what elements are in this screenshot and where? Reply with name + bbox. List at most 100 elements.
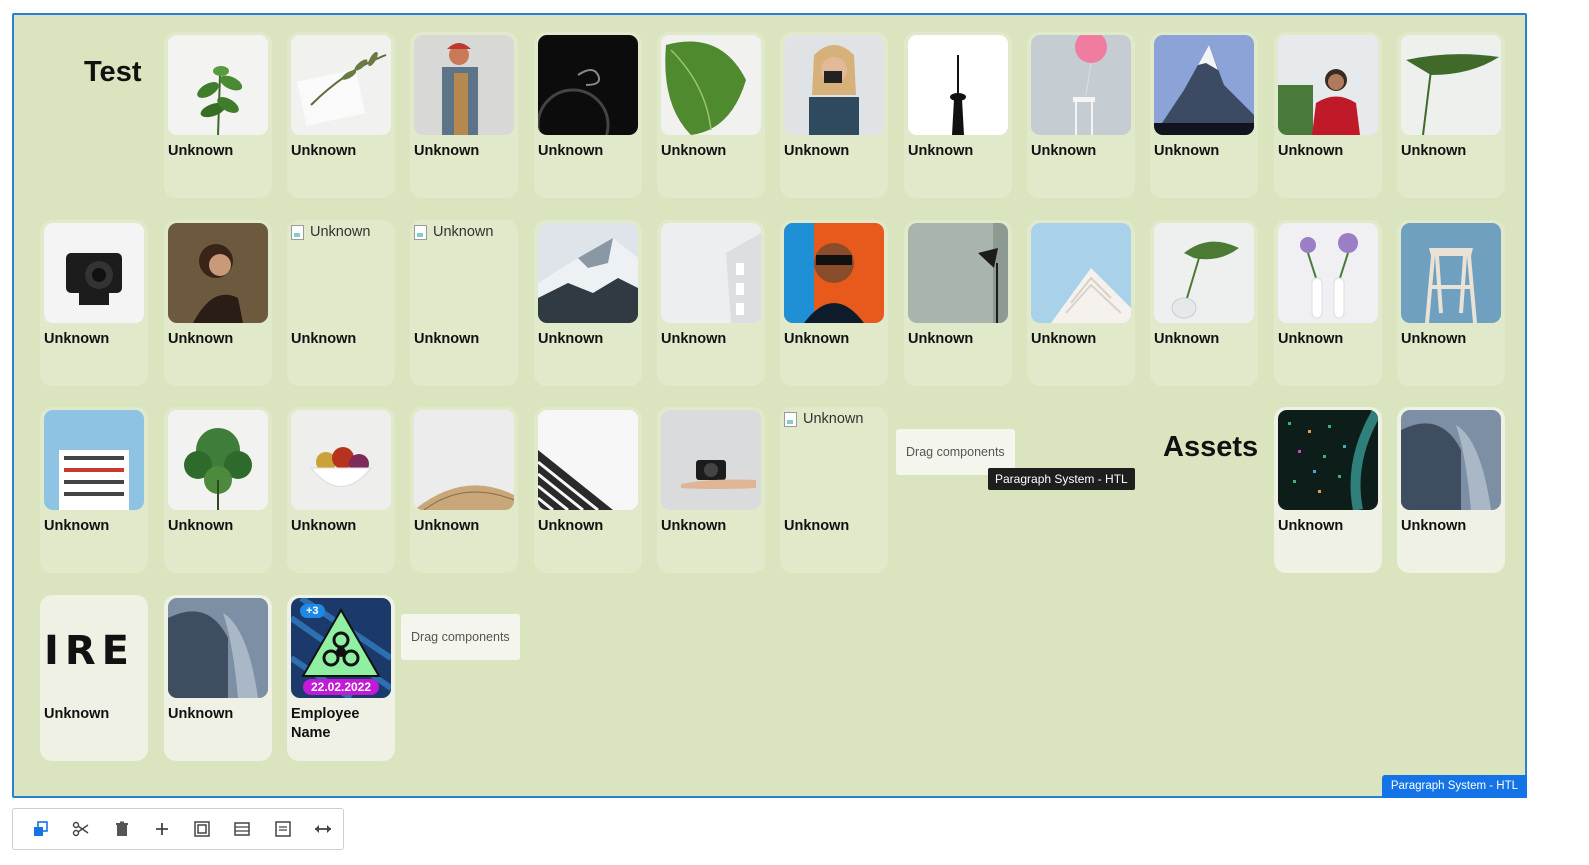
broken-image-icon: Unknown [414,224,493,240]
asset-title: Unknown [168,331,234,347]
bicycle-image [538,35,638,135]
asset-title: Unknown [168,518,234,534]
stool-image [1401,223,1501,323]
resize-icon[interactable] [303,809,343,849]
asset-card[interactable]: Unknown Unknown [410,220,518,386]
snowy-mountain-image [538,223,638,323]
asset-card[interactable]: Unknown [534,32,642,198]
asset-card[interactable]: Unknown [410,407,518,573]
asset-title: Unknown [784,518,850,534]
asset-title: Unknown [908,331,974,347]
add-icon[interactable] [142,809,182,849]
asset-title: Unknown [661,518,727,534]
camera-image [44,223,144,323]
asset-title: Unknown [1154,331,1220,347]
asset-card[interactable]: Unknown [287,32,395,198]
group-icon[interactable] [182,809,222,849]
woman-portrait-image [168,223,268,323]
asset-title: Unknown [291,331,357,347]
employee-card[interactable]: +3 22.02.2022 Employee Name [287,595,395,761]
asset-title: Unknown [661,143,727,159]
asset-card[interactable]: Unknown [1150,32,1258,198]
copy-icon[interactable] [21,809,61,849]
leaf-paper-image [291,35,391,135]
plant-image [168,410,268,510]
asset-card[interactable]: Unknown [534,220,642,386]
asset-title: Unknown [44,331,110,347]
asset-card[interactable]: Unknown [1397,32,1505,198]
paragraph-icon[interactable] [263,809,303,849]
asset-card[interactable]: Unknown [1274,32,1382,198]
delete-icon[interactable] [102,809,142,849]
asset-title: Unknown [291,143,357,159]
asset-card[interactable]: Unknown [904,32,1012,198]
man-portrait-image [414,35,514,135]
camera-hand-image [661,410,761,510]
building-image [661,223,761,323]
asset-card[interactable]: Unknown Unknown [287,220,395,386]
leaf-image [1401,35,1501,135]
asset-title: Unknown [1031,143,1097,159]
asset-card[interactable]: Unknown [1027,220,1135,386]
asset-card[interactable]: Unknown [40,220,148,386]
tire-text-image: IRE [44,598,144,698]
asset-card[interactable]: IRE Unknown [40,595,148,761]
asset-card[interactable]: Unknown [657,407,765,573]
neon-man-image [784,223,884,323]
asset-title: Unknown [1278,518,1344,534]
asset-title: Unknown [414,143,480,159]
lamp-image [908,223,1008,323]
asset-card[interactable]: Unknown [657,220,765,386]
asset-card[interactable]: Unknown Unknown [780,407,888,573]
asset-card[interactable]: Unknown [164,407,272,573]
asset-card[interactable]: Unknown [164,220,272,386]
curved-roof-image [414,410,514,510]
asset-title: Unknown [291,518,357,534]
component-toolbar [12,808,344,850]
count-badge: +3 [300,604,325,618]
asset-title: Unknown [168,706,234,722]
asset-card[interactable]: Unknown [780,32,888,198]
asset-title: Unknown [1154,143,1220,159]
asset-title: Unknown [1401,143,1467,159]
biohazard-image: +3 22.02.2022 [291,598,391,698]
asset-card[interactable]: Unknown [164,595,272,761]
asset-card[interactable]: Unknown [657,32,765,198]
component-tooltip: Paragraph System - HTL [988,468,1135,490]
drag-components-placeholder[interactable]: Drag components [401,614,520,660]
asset-title: Unknown [44,706,110,722]
architecture-image [1031,223,1131,323]
woman-camera-image [784,35,884,135]
asset-card[interactable]: Unknown [1274,407,1382,573]
asset-card[interactable]: Unknown [40,407,148,573]
cut-icon[interactable] [61,809,101,849]
apartment-building-image [44,410,144,510]
asset-card[interactable]: Unknown [1027,32,1135,198]
paragraph-system-badge[interactable]: Paragraph System - HTL [1381,775,1527,798]
asset-card[interactable]: Unknown [1150,220,1258,386]
asset-card[interactable]: Unknown [1397,220,1505,386]
asset-title: Unknown [168,143,234,159]
plant-image [168,35,268,135]
asset-card[interactable]: Unknown [410,32,518,198]
circuit-image [1278,410,1378,510]
asset-card[interactable]: Unknown [1274,220,1382,386]
layout-icon[interactable] [222,809,262,849]
balloon-chair-image [1031,35,1131,135]
asset-card[interactable]: Unknown [287,407,395,573]
asset-card[interactable]: Unknown [164,32,272,198]
fruit-bowl-image [291,410,391,510]
broken-image-icon: Unknown [291,224,370,240]
asset-card[interactable]: Unknown [534,407,642,573]
asset-card[interactable]: Unknown [1397,407,1505,573]
broken-image-icon: Unknown [784,411,863,427]
asset-title: Unknown [1031,331,1097,347]
asset-card[interactable]: Unknown [780,220,888,386]
asset-title: Unknown [538,331,604,347]
asset-title: Unknown [1401,518,1467,534]
section-heading-test: Test [84,56,142,88]
asset-title: Unknown [1401,331,1467,347]
asset-title: Unknown [1278,143,1344,159]
asset-title: Unknown [1278,331,1344,347]
asset-card[interactable]: Unknown [904,220,1012,386]
